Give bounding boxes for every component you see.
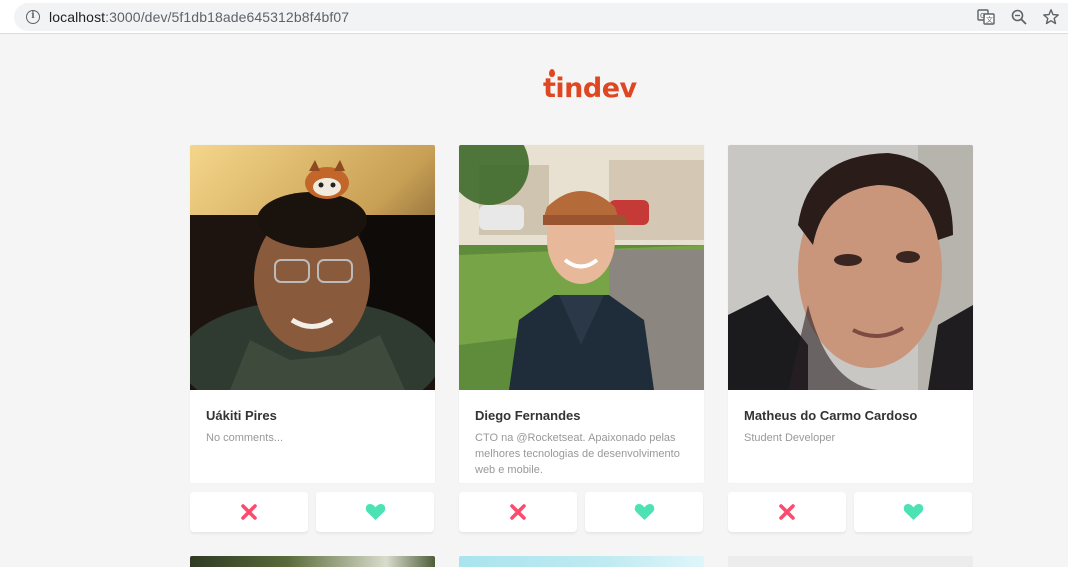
heart-icon	[903, 504, 924, 520]
logo-text: tindev	[543, 73, 637, 104]
dev-card-next	[190, 556, 435, 567]
url-host: localhost	[49, 9, 106, 25]
heart-icon	[634, 504, 655, 520]
dev-name: Uákiti Pires	[206, 408, 277, 423]
star-icon[interactable]	[1042, 8, 1060, 26]
dislike-button[interactable]	[728, 492, 846, 532]
svg-text:G: G	[980, 12, 985, 20]
dev-card-body: Diego Fernandes CTO na @Rocketseat. Apai…	[459, 145, 704, 483]
dev-info: Diego Fernandes CTO na @Rocketseat. Apai…	[459, 395, 704, 478]
like-button[interactable]	[585, 492, 703, 532]
address-bar[interactable]: i localhost:3000/dev/5f1db18ade645312b8f…	[14, 3, 1068, 31]
dev-card: Uákiti Pires No comments...	[190, 145, 435, 532]
card-actions	[459, 492, 704, 532]
dev-name: Diego Fernandes	[475, 408, 581, 423]
url-path: :3000/dev/5f1db18ade645312b8f4bf07	[105, 9, 350, 25]
dislike-button[interactable]	[190, 492, 308, 532]
dev-card: Diego Fernandes CTO na @Rocketseat. Apai…	[459, 145, 704, 532]
dev-card: Matheus do Carmo Cardoso Student Develop…	[728, 145, 973, 532]
flame-icon	[549, 69, 555, 77]
dev-card-next	[459, 556, 704, 567]
tindev-logo: tindev	[543, 69, 637, 106]
dev-card-body: Matheus do Carmo Cardoso Student Develop…	[728, 145, 973, 483]
dev-info: Uákiti Pires No comments...	[190, 395, 435, 446]
dev-name: Matheus do Carmo Cardoso	[744, 408, 918, 423]
card-actions	[728, 492, 973, 532]
info-icon[interactable]: i	[26, 10, 40, 24]
like-button[interactable]	[854, 492, 972, 532]
x-icon	[510, 504, 526, 520]
dev-avatar	[459, 145, 704, 390]
dev-card-body: Uákiti Pires No comments...	[190, 145, 435, 483]
dev-bio: No comments...	[206, 432, 284, 444]
zoom-icon[interactable]	[1010, 8, 1028, 26]
translate-icon[interactable]: G 文	[977, 8, 995, 26]
x-icon	[241, 504, 257, 520]
like-button[interactable]	[316, 492, 434, 532]
svg-text:文: 文	[986, 15, 993, 24]
url-text[interactable]: localhost:3000/dev/5f1db18ade645312b8f4b…	[49, 9, 349, 25]
x-icon	[779, 504, 795, 520]
dev-card-next	[728, 556, 973, 567]
dev-info: Matheus do Carmo Cardoso Student Develop…	[728, 395, 973, 446]
dev-avatar	[190, 145, 435, 420]
heart-icon	[365, 504, 386, 520]
dev-bio: Student Developer	[744, 432, 836, 444]
card-actions	[190, 492, 435, 532]
dev-bio: CTO na @Rocketseat. Apaixonado pelas mel…	[475, 432, 680, 476]
dislike-button[interactable]	[459, 492, 577, 532]
dev-avatar	[728, 145, 973, 390]
browser-toolbar: i localhost:3000/dev/5f1db18ade645312b8f…	[0, 0, 1068, 34]
